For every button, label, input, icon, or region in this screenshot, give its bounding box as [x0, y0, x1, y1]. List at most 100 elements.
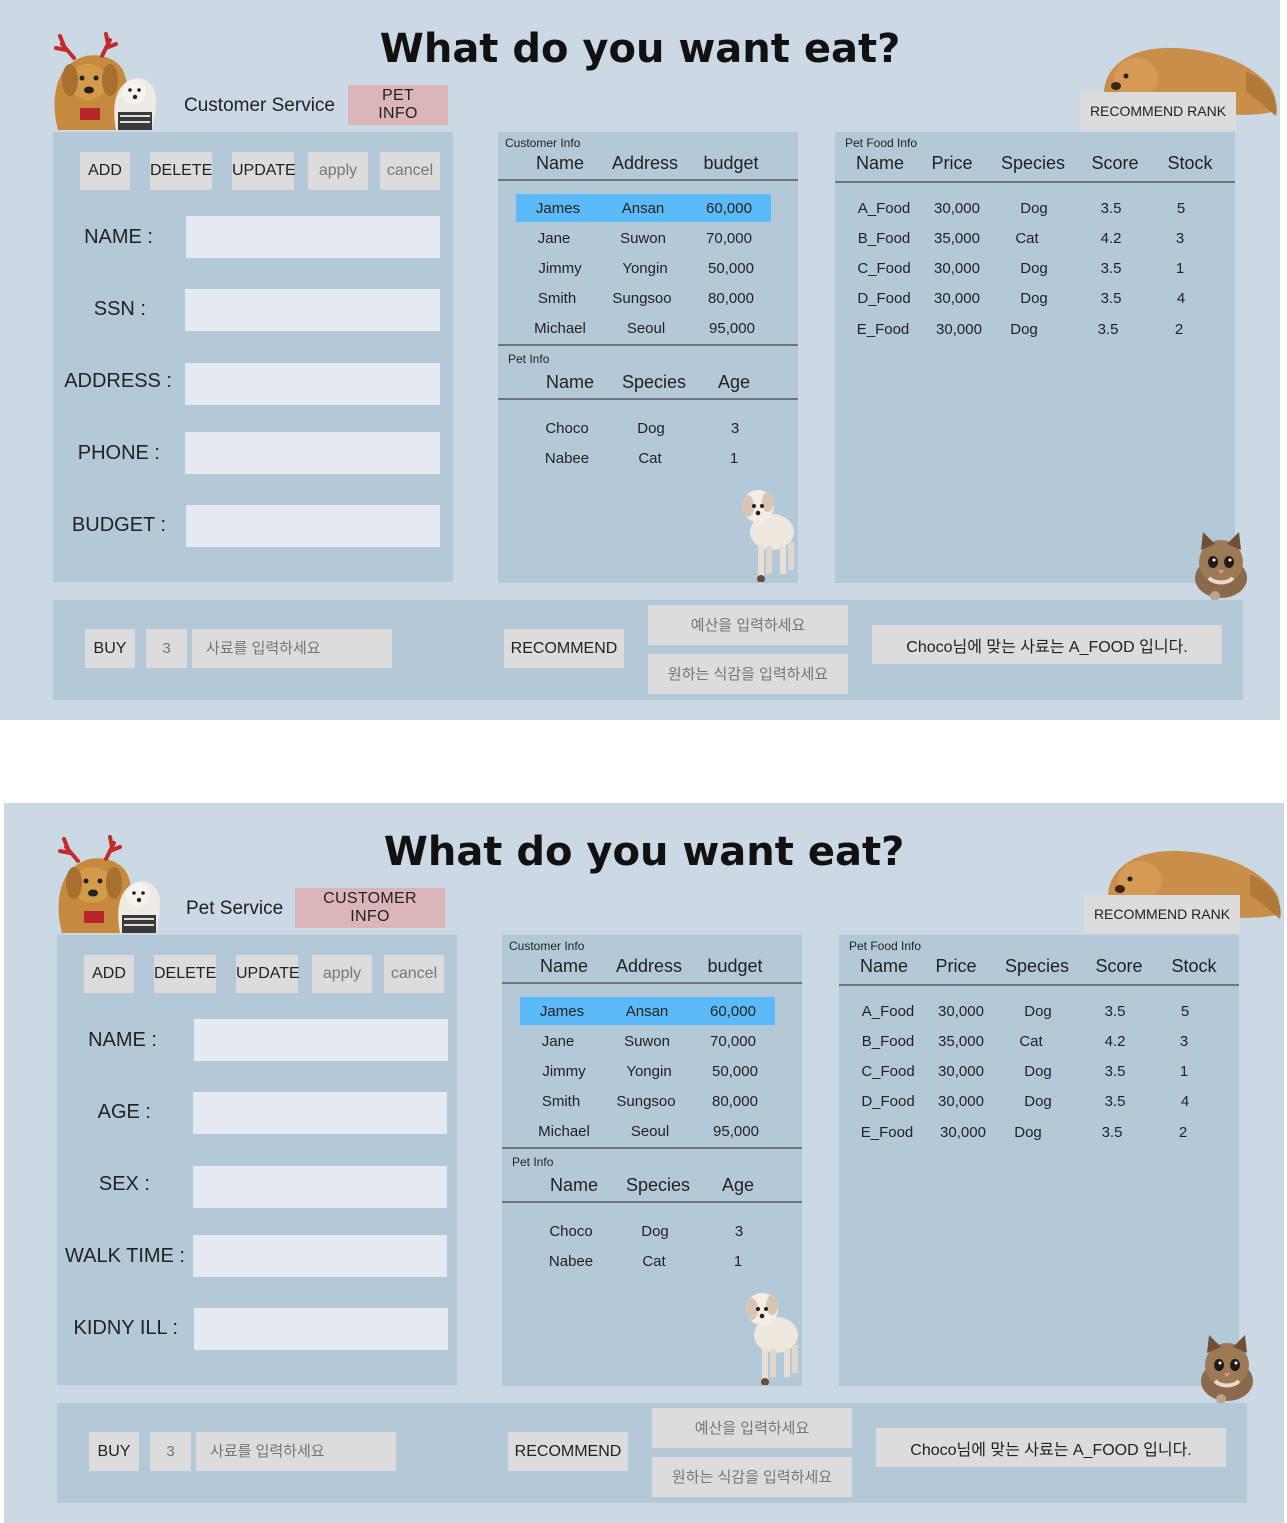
- table-row[interactable]: Jane Suwon 70,000: [512, 224, 767, 252]
- bottom-panel: BUY RECOMMEND Choco님에 맞는 사료는 A_FOOD 입니다.: [57, 1403, 1247, 1503]
- name-input[interactable]: [186, 216, 440, 258]
- address-input[interactable]: [185, 363, 440, 405]
- form-panel: ADD DELETE UPDATE apply cancel NAME : AG…: [57, 935, 457, 1385]
- table-row[interactable]: E_Food 30,000 Dog 3.5 2: [852, 1118, 1222, 1146]
- name-label: NAME :: [88, 1029, 157, 1051]
- table-row[interactable]: B_Food 35,000 Cat 4.2 3: [849, 224, 1219, 252]
- table-row[interactable]: Choco Dog 3: [525, 414, 780, 442]
- kidny-ill-input[interactable]: [194, 1308, 448, 1350]
- col-species: Species: [1004, 956, 1070, 976]
- col-address: Address: [611, 153, 679, 173]
- texture-input[interactable]: [648, 654, 848, 694]
- table-row[interactable]: Michael Seoul 95,000: [522, 1117, 777, 1145]
- budget-label: BUDGET :: [71, 514, 166, 536]
- texture-input[interactable]: [652, 1457, 852, 1497]
- recommend-rank-button[interactable]: RECOMMEND RANK: [1084, 895, 1240, 933]
- customer-info-button[interactable]: CUSTOMER INFO: [295, 888, 445, 928]
- add-button[interactable]: ADD: [84, 955, 134, 993]
- table-row[interactable]: James Ansan 60,000: [516, 194, 771, 222]
- screen-customer-service: What do you want eat? Customer Service P…: [0, 0, 1280, 720]
- apply-button[interactable]: apply: [312, 955, 372, 993]
- table-row[interactable]: A_Food 30,000 Dog 3.5 5: [849, 194, 1219, 222]
- col-name: Name: [545, 372, 594, 392]
- table-row[interactable]: D_Food 30,000 Dog 3.5 4: [853, 1087, 1223, 1115]
- phone-input[interactable]: [185, 432, 440, 474]
- age-input[interactable]: [193, 1092, 447, 1134]
- screen-pet-service: What do you want eat? Pet Service CUSTOM…: [4, 803, 1284, 1523]
- form-panel: ADD DELETE UPDATE apply cancel NAME : SS…: [53, 132, 453, 582]
- col-name: Name: [539, 956, 588, 976]
- customer-info-caption: Customer Info: [505, 136, 581, 150]
- col-age: Age: [717, 372, 751, 392]
- col-score: Score: [1091, 153, 1139, 173]
- delete-button[interactable]: DELETE: [150, 152, 212, 190]
- table-row[interactable]: Choco Dog 3: [529, 1217, 784, 1245]
- table-row[interactable]: Nabee Cat 1: [529, 1247, 784, 1275]
- name-input[interactable]: [194, 1019, 448, 1061]
- quantity-input[interactable]: [150, 1432, 191, 1471]
- col-address: Address: [615, 956, 683, 976]
- address-label: ADDRESS :: [64, 370, 172, 392]
- divider: [498, 398, 798, 400]
- recommend-rank-button[interactable]: RECOMMEND RANK: [1080, 92, 1236, 130]
- pet-info-button[interactable]: PET INFO: [348, 85, 448, 125]
- table-row[interactable]: D_Food 30,000 Dog 3.5 4: [849, 284, 1219, 312]
- col-score: Score: [1095, 956, 1143, 976]
- col-budget: budget: [703, 153, 759, 173]
- table-row[interactable]: Smith Sungsoo 80,000: [515, 284, 770, 312]
- cancel-button[interactable]: cancel: [380, 152, 440, 190]
- budget-input[interactable]: [652, 1408, 852, 1448]
- col-name: Name: [549, 1175, 598, 1195]
- table-row[interactable]: Smith Sungsoo 80,000: [519, 1087, 774, 1115]
- apply-button[interactable]: apply: [308, 152, 368, 190]
- col-name: Name: [855, 153, 904, 173]
- walk-time-input[interactable]: [193, 1235, 447, 1277]
- add-button[interactable]: ADD: [80, 152, 130, 190]
- recommend-button[interactable]: RECOMMEND: [504, 629, 624, 668]
- food-input[interactable]: [192, 629, 392, 668]
- quantity-input[interactable]: [146, 629, 187, 668]
- table-row[interactable]: E_Food 30,000 Dog 3.5 2: [848, 315, 1218, 343]
- col-name: Name: [535, 153, 584, 173]
- pet-info-caption: Pet Info: [508, 352, 550, 366]
- name-label: NAME :: [84, 226, 153, 248]
- table-row[interactable]: Jane Suwon 70,000: [516, 1027, 771, 1055]
- update-button[interactable]: UPDATE: [232, 152, 296, 190]
- delete-button[interactable]: DELETE: [154, 955, 216, 993]
- phone-label: PHONE :: [77, 442, 160, 464]
- budget-input[interactable]: [186, 505, 440, 547]
- divider: [835, 181, 1235, 183]
- page-title: What do you want eat?: [379, 26, 901, 72]
- table-row[interactable]: James Ansan 60,000: [520, 997, 775, 1025]
- col-name: Name: [859, 956, 908, 976]
- table-row[interactable]: A_Food 30,000 Dog 3.5 5: [853, 997, 1223, 1025]
- col-budget: budget: [707, 956, 763, 976]
- table-row[interactable]: C_Food 30,000 Dog 3.5 1: [853, 1057, 1223, 1085]
- buy-button[interactable]: BUY: [85, 629, 135, 668]
- small-dog-photo: [746, 1293, 798, 1385]
- ssn-input[interactable]: [185, 289, 440, 331]
- pet-food-info-caption: Pet Food Info: [845, 136, 918, 150]
- service-label: Pet Service: [186, 898, 284, 919]
- table-row[interactable]: Jimmy Yongin 50,000: [518, 254, 773, 282]
- customer-info-caption: Customer Info: [509, 939, 585, 953]
- update-button[interactable]: UPDATE: [236, 955, 300, 993]
- col-price: Price: [935, 956, 977, 976]
- budget-input[interactable]: [648, 605, 848, 645]
- cancel-button[interactable]: cancel: [384, 955, 444, 993]
- food-input[interactable]: [196, 1432, 396, 1471]
- result-text: Choco님에 맞는 사료는 A_FOOD 입니다.: [872, 625, 1222, 664]
- sex-input[interactable]: [193, 1166, 447, 1208]
- table-row[interactable]: Jimmy Yongin 50,000: [522, 1057, 777, 1085]
- table-row[interactable]: C_Food 30,000 Dog 3.5 1: [849, 254, 1219, 282]
- table-row[interactable]: Michael Seoul 95,000: [518, 314, 773, 342]
- small-dog-photo: [742, 490, 794, 582]
- divider: [502, 982, 802, 984]
- kidny-ill-label: KIDNY ILL :: [73, 1317, 179, 1339]
- table-row[interactable]: Nabee Cat 1: [525, 444, 780, 472]
- kitten-photo: [1199, 1335, 1255, 1405]
- table-row[interactable]: B_Food 35,000 Cat 4.2 3: [853, 1027, 1223, 1055]
- buy-button[interactable]: BUY: [89, 1432, 139, 1471]
- bottom-panel: BUY RECOMMEND Choco님에 맞는 사료는 A_FOOD 입니다.: [53, 600, 1243, 700]
- recommend-button[interactable]: RECOMMEND: [508, 1432, 628, 1471]
